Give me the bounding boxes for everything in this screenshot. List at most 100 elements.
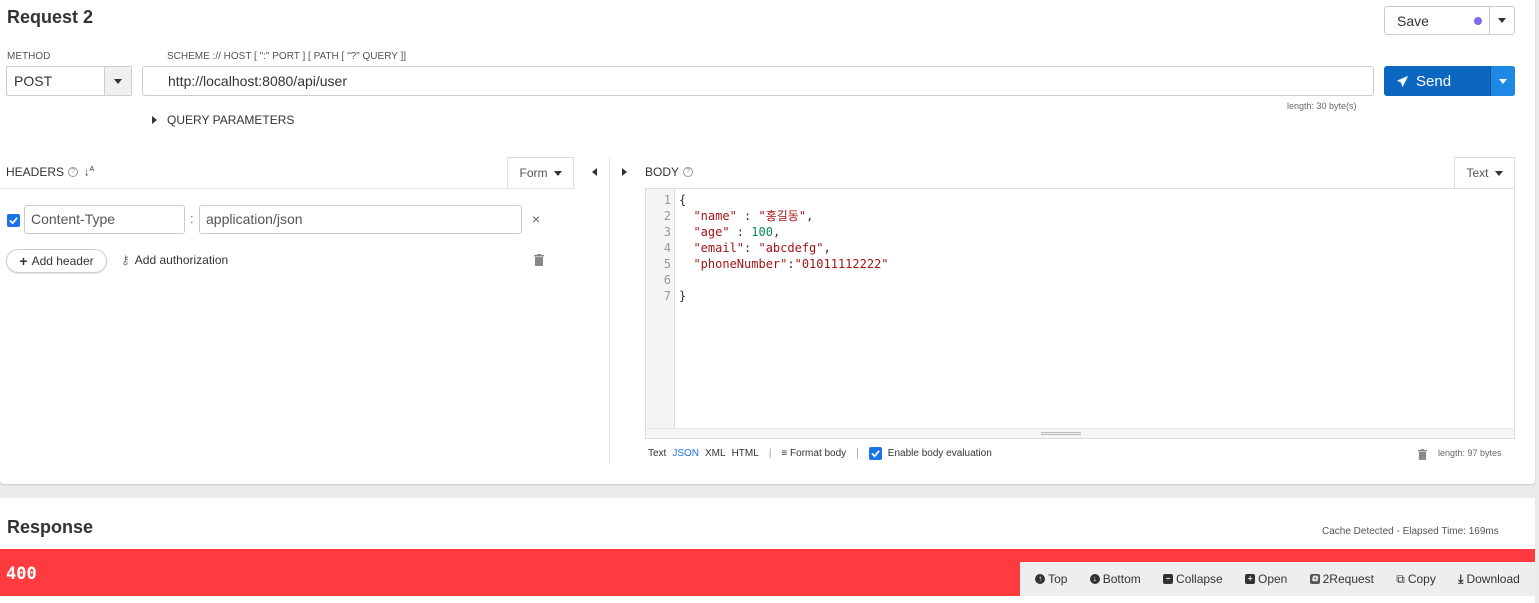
headers-form-button[interactable]: Form	[507, 157, 574, 188]
help-icon[interactable]: ?	[683, 167, 694, 177]
collapse-left-icon[interactable]	[592, 168, 597, 176]
copy-icon: ⧉	[1396, 571, 1405, 586]
download-icon: ⤓	[1458, 571, 1464, 586]
copy-button[interactable]: ⧉ Copy	[1396, 572, 1436, 587]
top-label: Top	[1048, 572, 1068, 586]
header-colon: :	[190, 211, 194, 226]
paper-plane-icon	[1396, 75, 1409, 87]
header-enabled-checkbox[interactable]	[7, 214, 20, 227]
trash-icon[interactable]	[534, 254, 544, 266]
check-icon	[871, 450, 880, 458]
separator: |	[856, 448, 859, 459]
code-line: {	[679, 193, 687, 207]
chevron-down-icon	[553, 170, 562, 176]
add-header-button[interactable]: + Add header	[6, 249, 107, 273]
url-format-label: SCHEME :// HOST [ ":" PORT ] [ PATH [ "?…	[167, 51, 407, 62]
format-xml[interactable]: XML	[705, 448, 726, 459]
copy-label: Copy	[1407, 572, 1436, 586]
code-line: "email": "abcdefg",	[693, 241, 831, 255]
plus-icon: +	[19, 253, 28, 269]
request-title: Request 2	[7, 7, 94, 27]
header-name-input[interactable]: Content-Type	[24, 205, 185, 234]
send-label: Send	[1416, 72, 1452, 90]
check-icon	[9, 217, 18, 225]
format-html[interactable]: HTML	[732, 448, 759, 459]
line-number: 4	[663, 241, 671, 255]
arrow-down-icon: ↓	[1089, 574, 1100, 584]
to-request-button[interactable]: ⧉ 2Request	[1309, 572, 1374, 586]
align-icon: ≡	[781, 448, 788, 459]
unsaved-indicator-icon	[1474, 17, 1482, 25]
code-line: "age" : 100,	[693, 225, 781, 239]
method-select[interactable]: POST	[6, 66, 132, 96]
method-value: POST	[14, 73, 53, 89]
method-label: METHOD	[7, 51, 51, 62]
line-number: 2	[663, 209, 671, 223]
body-title: BODY ?	[645, 165, 694, 179]
header-value-input[interactable]: application/json	[199, 205, 522, 234]
editor-resize-handle[interactable]	[646, 428, 1514, 438]
collapse-label: Collapse	[1176, 572, 1223, 586]
open-label: Open	[1258, 572, 1288, 586]
line-number: 6	[663, 273, 671, 287]
format-json[interactable]: JSON	[672, 448, 699, 459]
format-body-label: Format body	[790, 448, 847, 459]
line-number-gutter: 1 2 3 4 5 6 7	[646, 189, 675, 429]
status-bar: 400 ↑ Top ↓ Bottom − Collapse + Open ⧉ 2Reque…	[0, 549, 1535, 596]
body-editor[interactable]: 1 2 3 4 5 6 7 { "name" : "홍길동", "age" : …	[645, 188, 1515, 439]
caret-right-icon	[152, 116, 157, 124]
collapse-button[interactable]: − Collapse	[1163, 572, 1223, 586]
sort-icon[interactable]: ↓A	[84, 166, 94, 179]
code-line: "name" : "홍길동",	[693, 209, 814, 223]
response-toolbar: ↑ Top ↓ Bottom − Collapse + Open ⧉ 2Request ⧉…	[1020, 562, 1535, 596]
send-button[interactable]: Send	[1384, 66, 1515, 96]
cache-info: Cache Detected - Elapsed Time: 169ms	[1322, 526, 1499, 537]
headers-title-text: HEADERS	[6, 165, 65, 179]
body-code[interactable]: { "name" : "홍길동", "age" : 100, "email": …	[679, 192, 889, 304]
key-icon: ⚷	[121, 253, 130, 267]
code-line: "phoneNumber":"01011112222"	[693, 257, 889, 271]
separator: |	[768, 448, 772, 459]
bottom-button[interactable]: ↓ Bottom	[1089, 572, 1141, 586]
code-line: }	[679, 289, 687, 303]
method-dropdown-button[interactable]	[104, 67, 131, 95]
response-title: Response	[7, 517, 94, 537]
help-icon[interactable]: ?	[68, 167, 79, 177]
add-authorization-button[interactable]: ⚷ Add authorization	[121, 253, 228, 267]
collapse-right-icon[interactable]	[622, 168, 627, 176]
format-body-button[interactable]: ≡ Format body	[781, 448, 846, 459]
arrow-up-icon: ↑	[1035, 574, 1046, 584]
divider	[0, 188, 574, 189]
remove-header-icon[interactable]: ×	[532, 211, 540, 227]
download-button[interactable]: ⤓ Download	[1458, 572, 1520, 587]
open-button[interactable]: + Open	[1245, 572, 1287, 586]
body-title-text: BODY	[645, 165, 680, 179]
save-dropdown-button[interactable]	[1489, 7, 1514, 34]
format-text[interactable]: Text	[648, 448, 666, 459]
request-panel: Request 2 Save METHOD SCHEME :// HOST [ …	[0, 0, 1535, 484]
headers-form-label: Form	[519, 166, 548, 180]
minus-square-icon: −	[1163, 574, 1174, 584]
enable-eval-label: Enable body evaluation	[887, 448, 992, 459]
download-label: Download	[1466, 572, 1520, 586]
trash-icon[interactable]	[1418, 448, 1427, 460]
save-button[interactable]: Save	[1384, 6, 1515, 35]
body-type-label: Text	[1466, 166, 1489, 180]
chevron-down-icon	[1499, 78, 1507, 84]
enable-eval-checkbox[interactable]	[868, 447, 882, 460]
panel-divider	[609, 157, 610, 464]
grip-icon	[1041, 432, 1081, 435]
send-dropdown-button[interactable]	[1490, 66, 1515, 96]
plus-square-icon: +	[1245, 574, 1255, 584]
status-code: 400	[6, 564, 37, 584]
body-type-button[interactable]: Text	[1454, 157, 1515, 188]
headers-title: HEADERS ? ↓A	[6, 165, 94, 179]
url-input[interactable]: http://localhost:8080/api/user	[142, 66, 1374, 96]
query-parameters-toggle[interactable]: QUERY PARAMETERS	[152, 113, 294, 127]
add-authorization-label: Add authorization	[134, 253, 229, 267]
top-button[interactable]: ↑ Top	[1035, 572, 1067, 586]
body-length: length: 97 bytes	[1438, 448, 1502, 458]
line-number: 1	[663, 193, 671, 207]
bottom-label: Bottom	[1102, 572, 1141, 586]
